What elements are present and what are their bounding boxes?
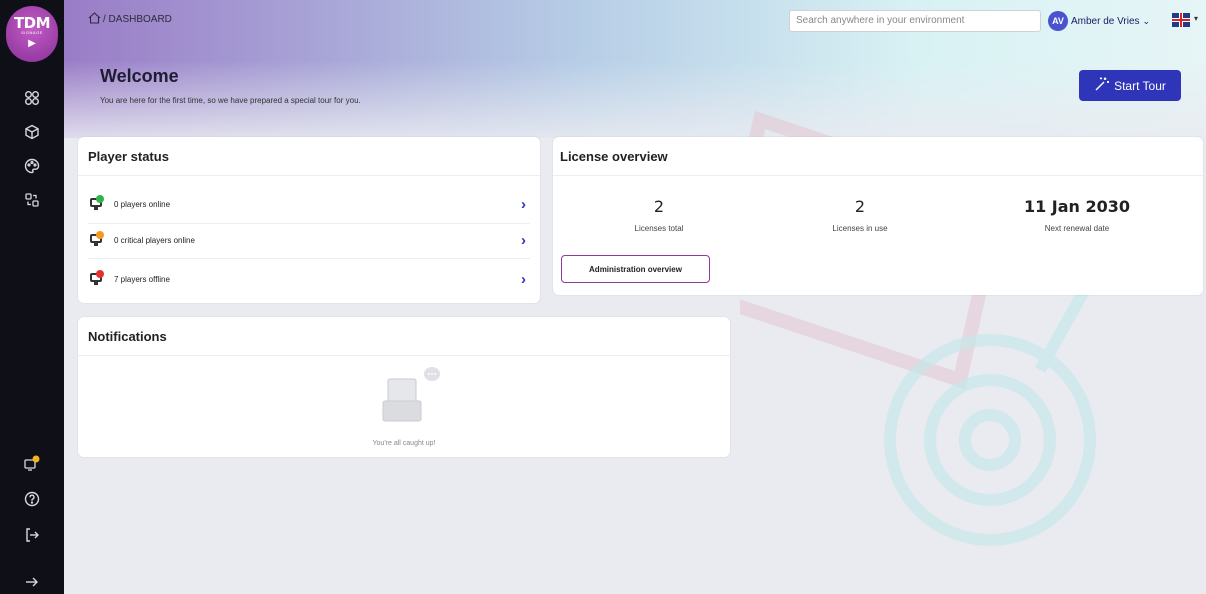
stat-label: Licenses total bbox=[634, 224, 684, 233]
start-tour-button[interactable]: Start Tour bbox=[1079, 70, 1181, 101]
language-caret-icon[interactable]: ▾ bbox=[1194, 14, 1198, 23]
player-status-label: 0 players online bbox=[114, 199, 171, 209]
home-icon[interactable] bbox=[88, 12, 101, 27]
play-icon: ▶ bbox=[28, 38, 36, 49]
player-status-row-offline[interactable]: 7 players offline › bbox=[88, 263, 530, 295]
notification-bell-icon[interactable] bbox=[20, 451, 44, 475]
user-name: Amber de Vries bbox=[1071, 15, 1140, 27]
stat-value: 2 bbox=[854, 197, 866, 216]
player-status-label: 7 players offline bbox=[114, 274, 170, 284]
chevron-right-icon[interactable]: › bbox=[521, 232, 526, 249]
license-overview-title: License overview bbox=[560, 149, 668, 164]
expand-icon[interactable] bbox=[20, 570, 44, 594]
player-status-card: Player status 0 players online › 0 criti… bbox=[78, 137, 540, 303]
chevron-down-icon: ⌄ bbox=[1142, 15, 1151, 26]
notifications-title: Notifications bbox=[88, 329, 167, 344]
search-input[interactable]: Search anywhere in your environment bbox=[789, 10, 1041, 32]
stat-value: 2 bbox=[653, 197, 665, 216]
magic-wand-icon bbox=[1094, 76, 1110, 95]
monitor-offline-icon bbox=[88, 270, 104, 286]
chevron-right-icon[interactable]: › bbox=[521, 271, 526, 288]
user-menu[interactable]: AV Amber de Vries ⌄ bbox=[1048, 10, 1150, 32]
welcome-title: Welcome bbox=[100, 66, 179, 86]
palette-icon[interactable] bbox=[20, 154, 44, 178]
licenses-in-use-stat: 2 Licenses in use bbox=[785, 197, 935, 233]
empty-notifications-text: You're all caught up! bbox=[372, 440, 436, 447]
player-status-title: Player status bbox=[88, 149, 169, 164]
licenses-total-stat: 2 Licenses total bbox=[584, 197, 734, 233]
language-flag-icon[interactable] bbox=[1172, 13, 1190, 27]
cube-icon[interactable] bbox=[20, 120, 44, 144]
stat-label: Next renewal date bbox=[1044, 224, 1110, 233]
logo-text: TDM bbox=[13, 14, 51, 32]
next-renewal-stat: 11 Jan 2030 Next renewal date bbox=[1002, 197, 1152, 233]
help-icon[interactable] bbox=[20, 487, 44, 511]
app-logo[interactable]: TDM SIGNAGE ▶ bbox=[6, 6, 58, 62]
avatar: AV bbox=[1048, 11, 1068, 31]
administration-overview-button[interactable]: Administration overview bbox=[561, 255, 710, 283]
chevron-right-icon[interactable]: › bbox=[521, 196, 526, 213]
dashboard-icon[interactable] bbox=[20, 86, 44, 110]
monitor-critical-icon bbox=[88, 231, 104, 247]
monitor-online-icon bbox=[88, 195, 104, 211]
stat-value: 11 Jan 2030 bbox=[1023, 197, 1131, 216]
player-status-row-online[interactable]: 0 players online › bbox=[88, 188, 530, 220]
breadcrumb: / DASHBOARD bbox=[88, 12, 172, 27]
users-icon[interactable] bbox=[20, 188, 44, 212]
sidebar: TDM SIGNAGE ▶ bbox=[0, 0, 64, 594]
notifications-card: Notifications You're all caught up! bbox=[78, 317, 730, 457]
player-status-label: 0 critical players online bbox=[114, 235, 195, 245]
breadcrumb-current[interactable]: / DASHBOARD bbox=[103, 14, 172, 25]
logout-icon[interactable] bbox=[20, 523, 44, 547]
license-overview-card: License overview 2 Licenses total 2 Lice… bbox=[553, 137, 1203, 295]
welcome-text: You are here for the first time, so we h… bbox=[100, 96, 361, 105]
empty-inbox-icon bbox=[382, 367, 440, 422]
stat-label: Licenses in use bbox=[832, 224, 888, 233]
start-tour-label: Start Tour bbox=[1114, 78, 1166, 93]
player-status-row-critical[interactable]: 0 critical players online › bbox=[88, 224, 530, 256]
